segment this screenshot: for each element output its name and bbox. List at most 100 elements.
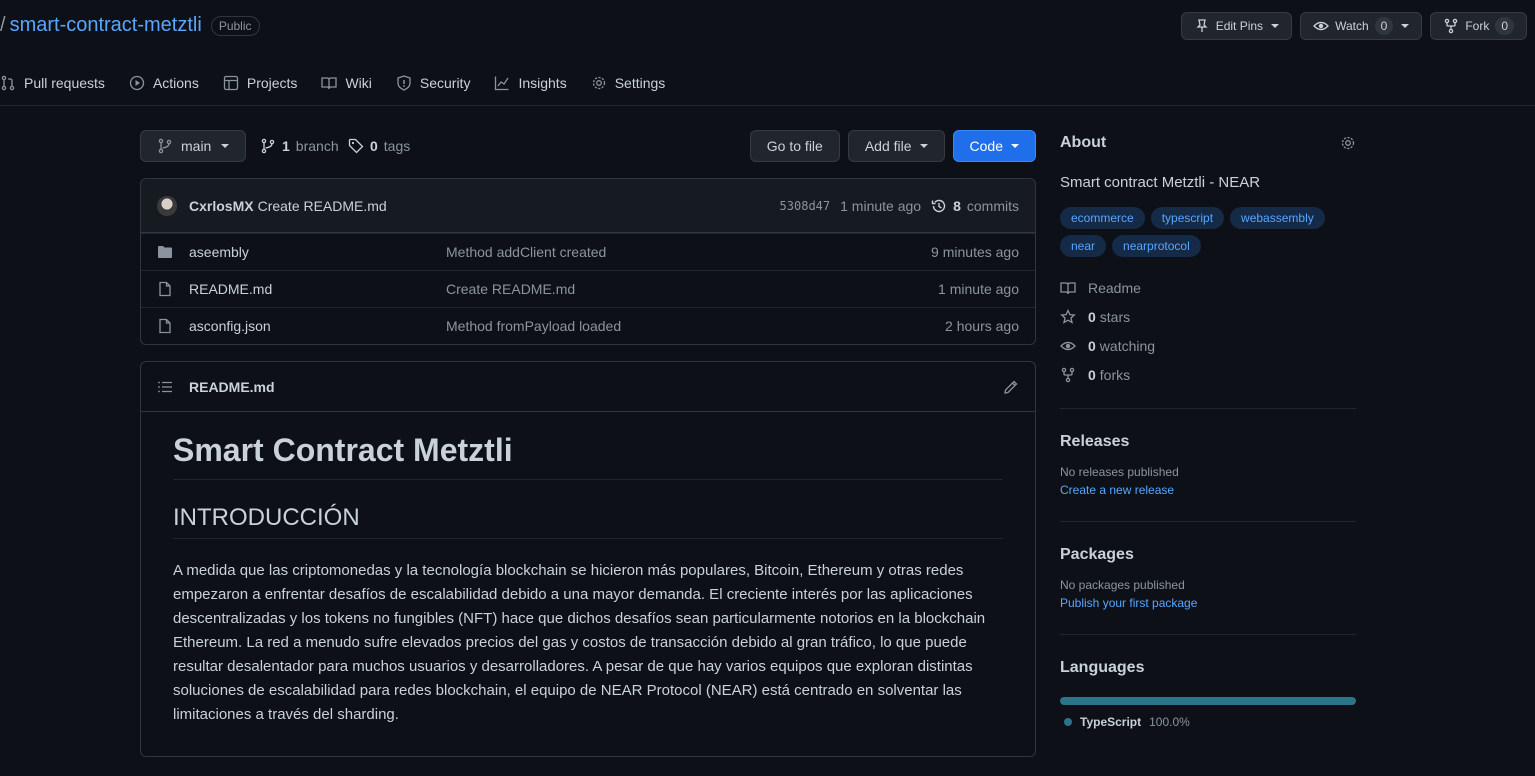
chevron-down-icon bbox=[1271, 24, 1280, 28]
commit-time: 1 minute ago bbox=[840, 197, 922, 214]
about-header: About bbox=[1060, 130, 1356, 156]
stars-link[interactable]: 0 stars bbox=[1060, 302, 1356, 331]
repo-name-link[interactable]: smart-contract-metztli bbox=[10, 14, 202, 37]
fork-icon bbox=[1060, 367, 1076, 383]
file-age: 1 minute ago bbox=[938, 281, 1019, 297]
language-percent: 100.0% bbox=[1149, 715, 1190, 729]
code-label: Code bbox=[969, 138, 1003, 154]
branches-link[interactable]: 1 branch bbox=[260, 130, 339, 162]
path-separator: / bbox=[0, 14, 6, 36]
watching-link[interactable]: 0 watching bbox=[1060, 331, 1356, 360]
releases-title[interactable]: Releases bbox=[1060, 433, 1356, 451]
watch-count: 0 bbox=[1374, 17, 1394, 35]
branch-icon bbox=[157, 138, 173, 154]
sidebar: About Smart contract Metztli - NEAR ecom… bbox=[1060, 130, 1356, 753]
languages-section: Languages TypeScript 100.0% bbox=[1060, 634, 1356, 753]
topic-list: ecommerce typescript webassembly near ne… bbox=[1060, 207, 1356, 257]
create-release-link[interactable]: Create a new release bbox=[1060, 483, 1356, 497]
stars-label: stars bbox=[1099, 308, 1131, 325]
readme-label: Readme bbox=[1088, 279, 1141, 296]
folder-icon bbox=[157, 244, 173, 260]
edit-pins-button[interactable]: Edit Pins bbox=[1180, 12, 1293, 40]
table-icon bbox=[223, 75, 239, 91]
file-commit-message[interactable]: Method addClient created bbox=[446, 244, 606, 260]
file-name-link[interactable]: aseembly bbox=[189, 244, 446, 260]
tab-insights[interactable]: Insights bbox=[482, 70, 578, 96]
tag-count: 0 bbox=[370, 138, 378, 154]
repo-stats: Readme 0 stars 0 watching 0 forks bbox=[1060, 273, 1356, 389]
topic-tag[interactable]: typescript bbox=[1150, 207, 1225, 229]
history-icon bbox=[931, 198, 947, 214]
tab-label: Settings bbox=[614, 75, 666, 91]
file-commit-message[interactable]: Create README.md bbox=[446, 281, 575, 297]
tab-projects[interactable]: Projects bbox=[211, 70, 310, 96]
tab-security[interactable]: Security bbox=[384, 70, 483, 96]
commit-author-link[interactable]: CxrlosMX bbox=[189, 198, 254, 214]
tab-actions[interactable]: Actions bbox=[117, 70, 211, 96]
file-icon bbox=[157, 281, 173, 297]
releases-empty: No releases published bbox=[1060, 465, 1179, 479]
tag-icon bbox=[348, 138, 364, 154]
topic-tag[interactable]: near bbox=[1060, 235, 1107, 257]
fork-count: 0 bbox=[1495, 17, 1514, 35]
list-icon[interactable] bbox=[157, 379, 173, 395]
languages-title: Languages bbox=[1060, 659, 1145, 676]
language-bar-segment bbox=[1060, 697, 1356, 705]
stars-count: 0 bbox=[1088, 308, 1096, 325]
file-toolbar: main 1 branch 0 tags Go to file Add file bbox=[140, 130, 1036, 162]
book-icon bbox=[1060, 280, 1076, 296]
forks-link[interactable]: 0 forks bbox=[1060, 360, 1356, 389]
file-name-link[interactable]: README.md bbox=[189, 281, 446, 297]
packages-title[interactable]: Packages bbox=[1060, 546, 1356, 564]
tab-label: Security bbox=[419, 75, 471, 91]
branch-label: branch bbox=[295, 138, 339, 154]
readme-paragraph: A medida que las criptomonedas y la tecn… bbox=[173, 562, 986, 723]
code-button[interactable]: Code bbox=[952, 130, 1036, 162]
commits-history-link[interactable]: 8 commits bbox=[931, 198, 1019, 214]
gear-icon[interactable] bbox=[1340, 135, 1356, 151]
commit-sha-link[interactable]: 5308d47 bbox=[780, 199, 831, 213]
visibility-badge: Public bbox=[210, 15, 260, 36]
chevron-down-icon bbox=[1011, 144, 1019, 148]
readme-link[interactable]: Readme bbox=[1060, 273, 1356, 302]
topic-tag[interactable]: webassembly bbox=[1230, 207, 1325, 229]
tab-label: Pull requests bbox=[24, 75, 105, 91]
forks-label: forks bbox=[1099, 366, 1131, 383]
avatar[interactable] bbox=[157, 195, 177, 216]
readme-heading: Smart Contract Metztli bbox=[173, 432, 1003, 480]
file-browser: CxrlosMX Create README.md 5308d47 1 minu… bbox=[140, 178, 1036, 345]
pin-icon bbox=[1194, 18, 1210, 34]
pencil-icon[interactable] bbox=[1003, 379, 1019, 395]
tab-label: Projects bbox=[246, 75, 298, 91]
fork-button[interactable]: Fork 0 bbox=[1430, 12, 1527, 40]
eye-icon bbox=[1060, 338, 1076, 354]
tab-pull-requests[interactable]: Pull requests bbox=[0, 70, 117, 96]
fork-label: Fork bbox=[1465, 19, 1490, 33]
branch-selector[interactable]: main bbox=[140, 130, 247, 162]
readme-filename[interactable]: README.md bbox=[189, 379, 275, 395]
watch-button[interactable]: Watch 0 bbox=[1300, 12, 1423, 40]
repo-description: Smart contract Metztli - NEAR bbox=[1060, 174, 1261, 191]
language-name: TypeScript bbox=[1080, 715, 1142, 729]
chevron-down-icon bbox=[1401, 24, 1410, 28]
file-icon bbox=[157, 318, 173, 334]
go-to-file-button[interactable]: Go to file bbox=[749, 130, 840, 162]
tags-link[interactable]: 0 tags bbox=[348, 130, 410, 162]
add-file-label: Add file bbox=[864, 138, 912, 154]
forks-count: 0 bbox=[1088, 366, 1096, 383]
tab-settings[interactable]: Settings bbox=[579, 70, 678, 96]
file-commit-message[interactable]: Method fromPayload loaded bbox=[446, 318, 621, 334]
topic-tag[interactable]: nearprotocol bbox=[1112, 235, 1201, 257]
topic-tag[interactable]: ecommerce bbox=[1060, 207, 1145, 229]
publish-package-link[interactable]: Publish your first package bbox=[1060, 596, 1356, 610]
edit-pins-label: Edit Pins bbox=[1215, 19, 1264, 33]
tab-wiki[interactable]: Wiki bbox=[309, 70, 383, 96]
readme-panel: README.md Smart Contract Metztli INTRODU… bbox=[140, 361, 1036, 757]
tab-label: Actions bbox=[152, 75, 199, 91]
file-name-link[interactable]: asconfig.json bbox=[189, 318, 446, 334]
add-file-button[interactable]: Add file bbox=[847, 130, 945, 162]
commit-message-link[interactable]: Create README.md bbox=[258, 198, 387, 214]
pull-request-icon bbox=[0, 75, 16, 91]
play-icon bbox=[129, 75, 145, 91]
language-item[interactable]: TypeScript 100.0% bbox=[1060, 715, 1356, 729]
